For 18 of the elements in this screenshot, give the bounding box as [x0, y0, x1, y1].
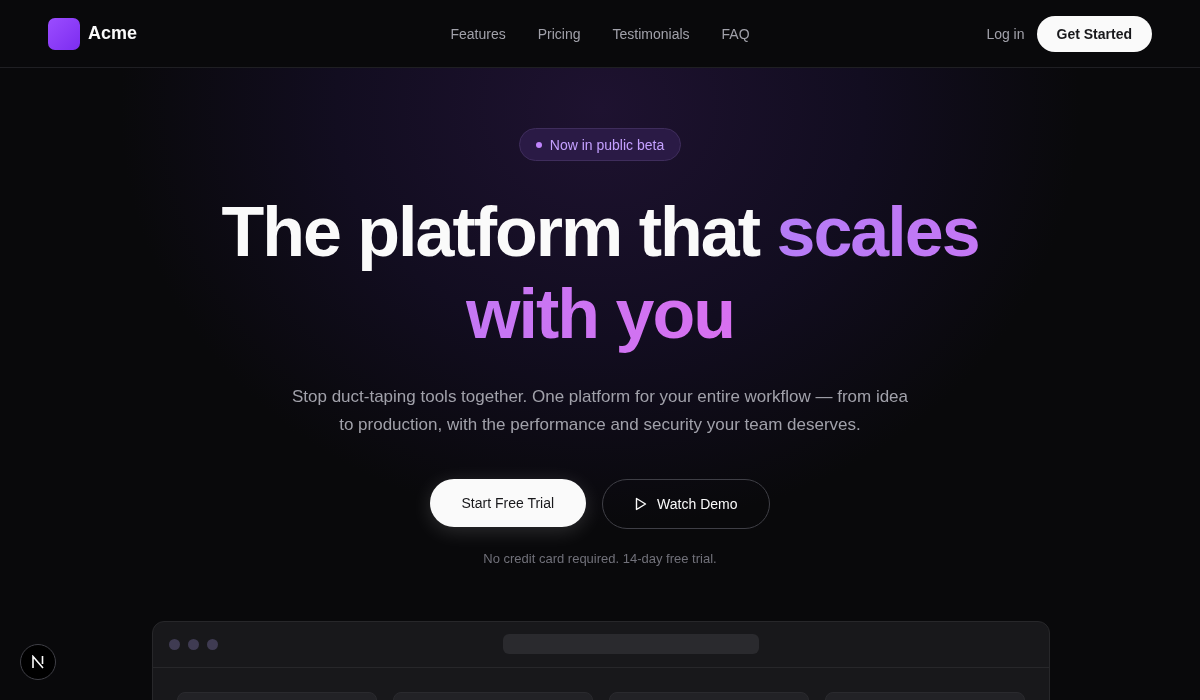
nav-link[interactable]: Testimonials — [612, 25, 690, 42]
nav-link[interactable]: Features — [450, 25, 506, 42]
nav-link[interactable]: FAQ — [721, 25, 750, 42]
n-logo-icon — [31, 655, 45, 669]
logo-icon[interactable] — [48, 17, 80, 50]
trial-note: No credit card required. 14-day free trial. — [483, 551, 717, 566]
hero-subtitle: Stop duct-taping tools together. One platform for your entire workflow — from idea to production, with the performance and security your team deserves. — [290, 386, 910, 436]
window-dot — [207, 639, 218, 650]
play-icon — [635, 497, 648, 511]
brand-name[interactable]: Acme — [88, 23, 138, 44]
beta-badge: Now in public beta — [518, 128, 682, 161]
login-link[interactable]: Log in — [986, 25, 1025, 42]
nav-link[interactable]: Pricing — [537, 25, 581, 42]
watch-demo-button[interactable]: Watch Demo — [602, 479, 771, 529]
window-dot — [169, 639, 180, 650]
window-dot — [188, 639, 199, 650]
start-trial-button[interactable]: Start Free Trial — [429, 479, 587, 527]
get-started-button[interactable]: Get Started — [1036, 15, 1152, 52]
